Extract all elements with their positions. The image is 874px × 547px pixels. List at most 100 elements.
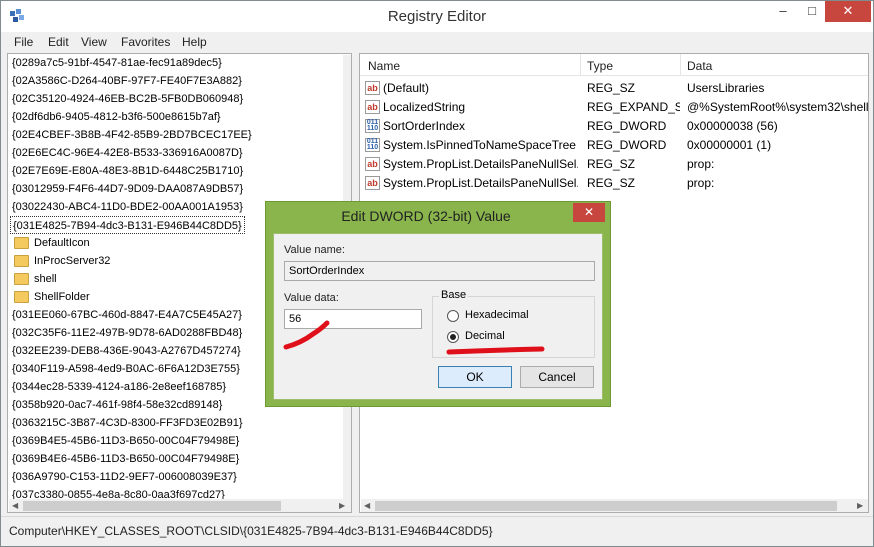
value-data: 0x00000038 (56) xyxy=(687,119,778,133)
title-bar[interactable]: Registry Editor – □ ✕ xyxy=(1,1,873,32)
scroll-left-icon[interactable]: ◀ xyxy=(12,501,18,510)
status-bar: Computer\HKEY_CLASSES_ROOT\CLSID\{031E48… xyxy=(1,516,873,546)
decimal-label[interactable]: Decimal xyxy=(465,330,505,342)
menu-help[interactable]: Help xyxy=(182,35,207,49)
tree-item[interactable]: {0344ec28-5339-4124-a186-2e8eef168785} xyxy=(12,378,226,396)
tree-item[interactable]: {036A9790-C153-11D2-9EF7-006008039E37} xyxy=(12,468,237,486)
tree-item[interactable]: {02A3586C-D264-40BF-97F7-FE40F7E3A882} xyxy=(12,72,242,90)
tree-horizontal-scrollbar[interactable]: ◀ ▶ xyxy=(9,499,351,512)
value-name: (Default) xyxy=(383,81,430,95)
tree-item[interactable]: {0289a7c5-91bf-4547-81ae-fec91a89dec5} xyxy=(12,54,222,72)
scroll-right-icon[interactable]: ▶ xyxy=(339,501,345,510)
string-value-icon: ab xyxy=(365,157,380,171)
value-data: prop: xyxy=(687,176,715,190)
dialog-close-button[interactable]: ✕ xyxy=(573,203,605,222)
list-header: Name Type Data xyxy=(360,54,868,76)
value-data: UsersLibraries xyxy=(687,81,765,95)
value-type: REG_SZ xyxy=(587,81,636,95)
value-row[interactable]: 011 110 SortOrderIndex REG_DWORD 0x000000… xyxy=(360,117,868,136)
value-name: System.PropList.DetailsPaneNullSel... xyxy=(383,157,578,171)
string-value-icon: ab xyxy=(365,81,380,95)
dword-value-icon: 011 110 xyxy=(365,119,380,133)
value-row[interactable]: ab System.PropList.DetailsPaneNullSel...… xyxy=(360,174,868,193)
scroll-left-icon[interactable]: ◀ xyxy=(364,501,370,510)
folder-icon xyxy=(14,255,29,267)
registry-editor-window: Registry Editor – □ ✕ File Edit View Fav… xyxy=(0,0,874,547)
tree-item[interactable]: {0363215C-3B87-4C3D-8300-FF3FD3E02B91} xyxy=(12,414,243,432)
dialog-title[interactable]: Edit DWORD (32-bit) Value xyxy=(266,208,586,224)
value-row[interactable]: ab LocalizedString REG_EXPAND_SZ @%Syste… xyxy=(360,98,869,117)
window-title: Registry Editor xyxy=(387,8,487,25)
string-value-icon: ab xyxy=(365,176,380,190)
hexadecimal-label[interactable]: Hexadecimal xyxy=(465,309,529,321)
scrollbar-thumb[interactable] xyxy=(23,501,281,511)
value-name: LocalizedString xyxy=(383,100,466,114)
ok-button[interactable]: OK xyxy=(438,366,512,388)
tree-item[interactable]: {032C35F6-11E2-497B-9D78-6AD0288FBD48} xyxy=(12,324,242,342)
menu-file[interactable]: File xyxy=(14,35,33,49)
value-name-field[interactable]: SortOrderIndex xyxy=(284,261,595,281)
tree-item[interactable]: {0369B4E6-45B6-11D3-B650-00C04F79498E} xyxy=(12,450,239,468)
value-name-label: Value name: xyxy=(284,244,345,256)
value-name: System.IsPinnedToNameSpaceTree xyxy=(383,138,576,152)
tree-item[interactable]: {02E6EC4C-96E4-42E8-B533-336916A0087D} xyxy=(12,144,243,162)
tree-item-selected[interactable]: {031E4825-7B94-4dc3-B131-E946B44C8DD5} xyxy=(10,216,245,234)
column-header-name[interactable]: Name xyxy=(368,59,400,73)
value-type: REG_DWORD xyxy=(587,119,667,133)
current-key-path: Computer\HKEY_CLASSES_ROOT\CLSID\{031E48… xyxy=(9,524,493,538)
column-separator[interactable] xyxy=(580,54,581,76)
tree-folder-shell[interactable]: shell xyxy=(12,270,57,288)
folder-icon xyxy=(14,291,29,303)
dword-value-icon: 011 110 xyxy=(365,138,380,152)
tree-item[interactable]: {031EE060-67BC-460d-8847-E4A7C5E45A27} xyxy=(12,306,242,324)
tree-item[interactable]: {0369B4E5-45B6-11D3-B650-00C04F79498E} xyxy=(12,432,239,450)
menu-view[interactable]: View xyxy=(81,35,107,49)
value-type: REG_DWORD xyxy=(587,138,667,152)
close-button[interactable]: ✕ xyxy=(825,1,871,22)
value-type: REG_EXPAND_SZ xyxy=(587,100,680,114)
column-header-data[interactable]: Data xyxy=(687,59,712,73)
value-row[interactable]: 011 110 System.IsPinnedToNameSpaceTree RE… xyxy=(360,136,868,155)
value-row[interactable]: ab (Default) REG_SZ UsersLibraries xyxy=(360,79,868,98)
cancel-button[interactable]: Cancel xyxy=(520,366,594,388)
tree-item[interactable]: {02df6db6-9405-4812-b3f6-500e8615b7af} xyxy=(12,108,221,126)
maximize-button[interactable]: □ xyxy=(798,1,826,22)
folder-icon xyxy=(14,237,29,249)
tree-folder-inprocserver32[interactable]: InProcServer32 xyxy=(12,252,110,270)
value-name: System.PropList.DetailsPaneNullSel... xyxy=(383,176,578,190)
tree-item[interactable]: {0358b920-0ac7-461f-98f4-58e32cd89148} xyxy=(12,396,222,414)
base-label: Base xyxy=(439,289,469,301)
string-value-icon: ab xyxy=(365,100,380,114)
minimize-button[interactable]: – xyxy=(769,1,797,22)
base-groupbox: Base Hexadecimal Decimal xyxy=(432,289,595,358)
value-data-label: Value data: xyxy=(284,292,339,304)
column-separator[interactable] xyxy=(680,54,681,76)
decimal-radio[interactable] xyxy=(447,331,459,343)
dialog-body: Value name: SortOrderIndex Value data: 5… xyxy=(273,233,603,400)
tree-folder-shellfolder[interactable]: ShellFolder xyxy=(12,288,90,306)
tree-folder-label: InProcServer32 xyxy=(34,255,111,267)
scroll-right-icon[interactable]: ▶ xyxy=(857,501,863,510)
tree-item[interactable]: {0340F119-A598-4ed9-B0AC-6F6A12D3E755} xyxy=(12,360,240,378)
hexadecimal-radio[interactable] xyxy=(447,310,459,322)
tree-folder-label: shell xyxy=(34,273,57,285)
value-type: REG_SZ xyxy=(587,157,636,171)
column-header-type[interactable]: Type xyxy=(587,59,613,73)
list-horizontal-scrollbar[interactable]: ◀ ▶ xyxy=(361,499,868,512)
tree-item[interactable]: {02E7E69E-E80A-48E3-8B1D-6448C25B1710} xyxy=(12,162,243,180)
value-data-input[interactable]: 56 xyxy=(284,309,422,329)
tree-item[interactable]: {02C35120-4924-46EB-BC2B-5FB0DB060948} xyxy=(12,90,243,108)
tree-item[interactable]: {02E4CBEF-3B8B-4F42-85B9-2BD7BCEC17EE} xyxy=(12,126,252,144)
tree-item[interactable]: {03012959-F4F6-44D7-9D09-DAA087A9DB57} xyxy=(12,180,243,198)
tree-folder-label: ShellFolder xyxy=(34,291,90,303)
menu-favorites[interactable]: Favorites xyxy=(121,35,170,49)
tree-folder-defaulticon[interactable]: DefaultIcon xyxy=(12,234,90,252)
scrollbar-thumb[interactable] xyxy=(375,501,837,511)
value-row[interactable]: ab System.PropList.DetailsPaneNullSel...… xyxy=(360,155,868,174)
value-data: @%SystemRoot%\system32\shell32 xyxy=(687,100,869,114)
tree-item[interactable]: {03022430-ABC4-11D0-BDE2-00AA001A1953} xyxy=(12,198,243,216)
menu-edit[interactable]: Edit xyxy=(48,35,69,49)
tree-item[interactable]: {032EE239-DEB8-436E-9043-A2767D457274} xyxy=(12,342,241,360)
value-name: SortOrderIndex xyxy=(383,119,466,133)
tree-folder-label: DefaultIcon xyxy=(34,237,90,249)
